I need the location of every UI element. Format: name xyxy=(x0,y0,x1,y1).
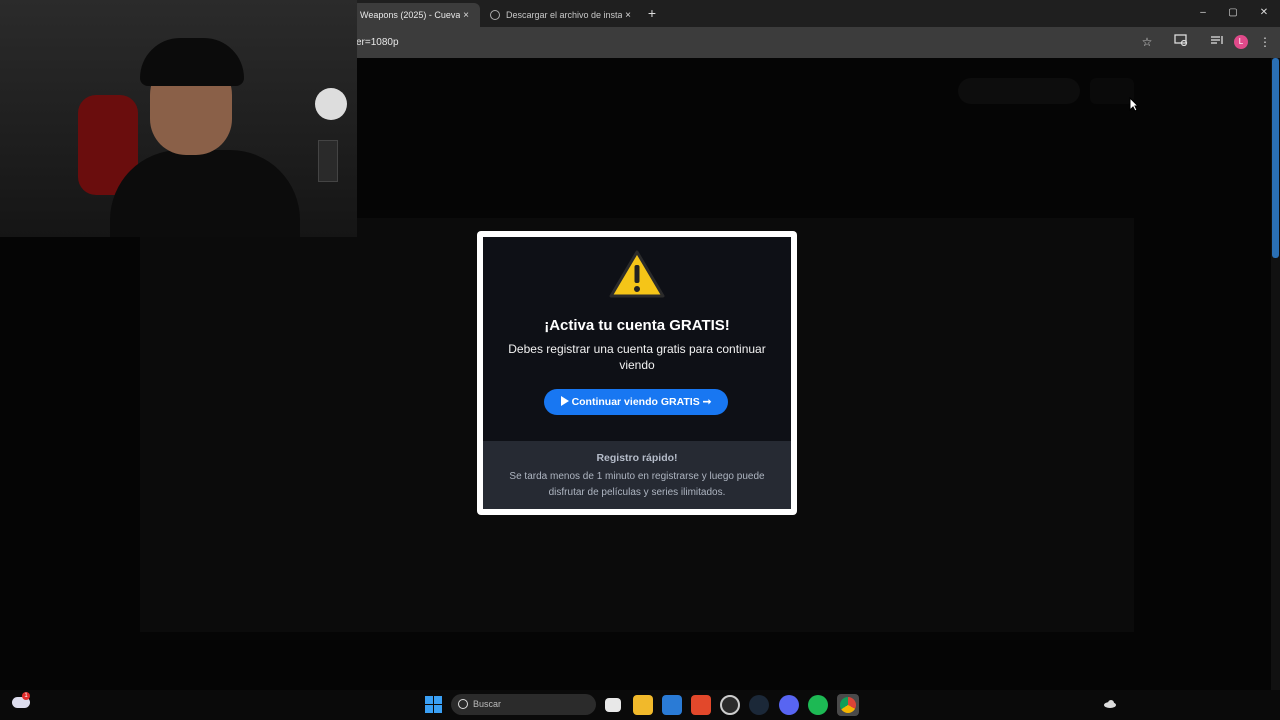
chrome-icon[interactable] xyxy=(837,694,859,716)
energy-drink-can xyxy=(318,140,338,182)
footer-text: Se tarda menos de 1 minuto en registrars… xyxy=(509,471,765,498)
chrome-logo xyxy=(840,697,856,713)
windows-icon[interactable] xyxy=(425,696,442,713)
signup-modal: ¡Activa tu cuenta GRATIS! Debes registra… xyxy=(477,231,797,515)
obs-icon[interactable] xyxy=(720,695,740,715)
brave-icon[interactable] xyxy=(691,695,711,715)
tab-close-icon[interactable]: × xyxy=(460,10,472,21)
maximize-button[interactable]: ▢ xyxy=(1222,5,1244,21)
modal-message: Debes registrar una cuenta gratis para c… xyxy=(508,342,766,372)
modal-footer: Registro rápido! Se tarda menos de 1 min… xyxy=(483,441,791,509)
kebab-menu-icon[interactable]: ⋮ xyxy=(1257,34,1273,50)
discord-icon[interactable] xyxy=(779,695,799,715)
new-tab-button[interactable]: + xyxy=(644,5,660,21)
warning-icon xyxy=(609,250,665,298)
site-search-input[interactable] xyxy=(958,78,1080,104)
continue-free-button[interactable]: Continuar viendo GRATIS ➞ xyxy=(544,389,728,415)
notification-badge: 1 xyxy=(22,692,30,700)
modal-title: ¡Activa tu cuenta GRATIS! xyxy=(544,317,730,334)
search-placeholder: Buscar xyxy=(473,699,502,709)
site-login-button[interactable] xyxy=(1090,78,1134,104)
continue-free-label: Continuar viendo GRATIS ➞ xyxy=(571,396,712,408)
tab-title: Descargar el archivo de instala xyxy=(506,10,622,20)
panda-figure xyxy=(315,88,347,120)
search-icon xyxy=(458,699,468,709)
close-window-button[interactable]: ✕ xyxy=(1253,5,1275,21)
tab-descargar[interactable]: Descargar el archivo de instala × xyxy=(482,3,642,27)
file-explorer-icon[interactable] xyxy=(633,695,653,715)
footer-title: Registro rápido! xyxy=(596,452,678,464)
steam-icon[interactable] xyxy=(749,695,769,715)
signup-modal-panel: ¡Activa tu cuenta GRATIS! Debes registra… xyxy=(483,237,791,509)
profile-avatar[interactable]: L xyxy=(1234,35,1248,49)
media-queue-icon[interactable] xyxy=(1209,34,1225,50)
scrollbar-thumb[interactable] xyxy=(1272,58,1279,258)
streamer-body xyxy=(110,150,300,237)
minimize-button[interactable]: – xyxy=(1192,5,1214,21)
screen: Weapons (2025) - Cuevana × Descargar el … xyxy=(0,0,1280,720)
bookmark-star-icon[interactable]: ☆ xyxy=(1139,34,1155,50)
onedrive-cloud-icon[interactable] xyxy=(1103,699,1117,708)
mouse-cursor-icon xyxy=(1129,97,1139,112)
task-view-icon[interactable] xyxy=(605,698,621,712)
store-icon[interactable] xyxy=(662,695,682,715)
spotify-icon[interactable] xyxy=(808,695,828,715)
taskbar-search-input[interactable]: Buscar xyxy=(451,694,596,715)
address-bar[interactable]: er=1080p xyxy=(350,32,1130,53)
cast-icon[interactable] xyxy=(1173,34,1189,50)
tab-close-icon[interactable]: × xyxy=(622,10,634,21)
tab-weapons[interactable]: Weapons (2025) - Cuevana × xyxy=(352,3,480,27)
tab-title: Weapons (2025) - Cuevana xyxy=(360,10,460,20)
globe-icon xyxy=(490,10,500,20)
play-icon xyxy=(560,396,569,406)
webcam-overlay xyxy=(0,0,357,237)
